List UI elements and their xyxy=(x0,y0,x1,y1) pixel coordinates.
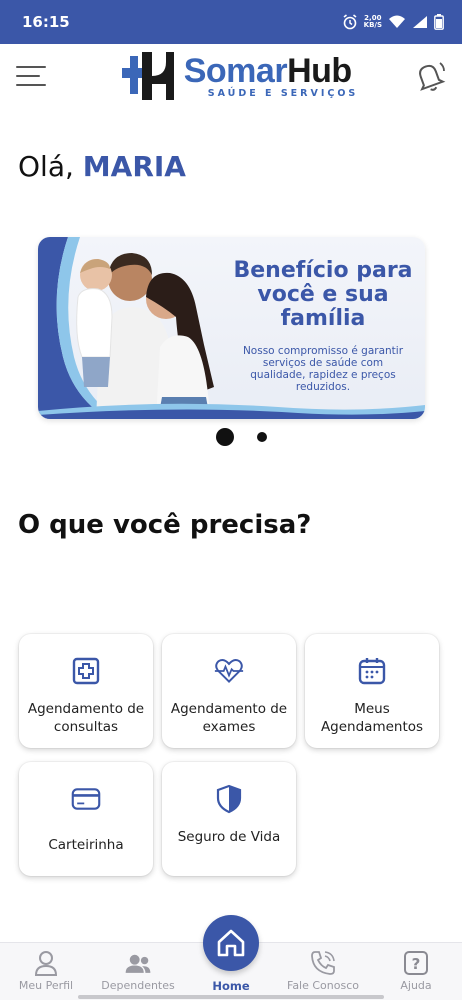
logo-name-part2: Hub xyxy=(287,51,352,90)
app-header: SomarHub SAÚDE E SERVIÇOS xyxy=(0,44,462,108)
status-icons: 2,00 KB/S xyxy=(342,14,444,30)
service-card-seguro-de-vida[interactable]: Seguro de Vida xyxy=(162,762,296,876)
carousel-dots xyxy=(0,428,462,448)
service-label: Seguro de Vida xyxy=(177,829,281,845)
gesture-bar[interactable] xyxy=(78,995,384,999)
card-icon xyxy=(71,788,101,810)
service-label: Meus Agendamentos xyxy=(320,701,424,735)
nav-label: Dependentes xyxy=(101,979,175,992)
nav-home[interactable] xyxy=(203,915,259,971)
service-card-meus-agendamentos[interactable]: Meus Agendamentos xyxy=(305,634,439,748)
app-logo: SomarHub SAÚDE E SERVIÇOS xyxy=(120,50,359,102)
logo-subtitle: SAÚDE E SERVIÇOS xyxy=(207,87,359,99)
status-bar: 16:15 2,00 KB/S xyxy=(0,0,462,44)
user-name: MARIA xyxy=(82,150,186,183)
bottom-nav: Meu Perfil Dependentes Home Fale Conosco… xyxy=(0,915,462,1000)
bell-icon[interactable] xyxy=(410,57,448,95)
service-label: Carteirinha xyxy=(48,837,124,853)
service-label: Agendamento de consultas xyxy=(27,701,145,735)
greeting-prefix: Olá, xyxy=(18,150,74,183)
phone-icon xyxy=(311,951,335,975)
svg-text:?: ? xyxy=(412,955,421,973)
logo-mark xyxy=(121,52,174,100)
nav-label: Fale Conosco xyxy=(287,979,359,992)
nav-meu-perfil[interactable]: Meu Perfil xyxy=(0,949,92,992)
signal-icon xyxy=(413,16,427,28)
network-speed: 2,00 KB/S xyxy=(364,15,382,29)
logo-name: SomarHub xyxy=(184,54,359,88)
wifi-icon xyxy=(389,15,405,28)
shield-icon xyxy=(216,784,242,814)
family-photo xyxy=(38,237,214,419)
nav-fale-conosco[interactable]: Fale Conosco xyxy=(277,949,369,992)
help-icon: ? xyxy=(404,951,428,975)
carousel-dot-active[interactable] xyxy=(216,428,234,446)
nav-home-label: Home xyxy=(212,979,250,993)
menu-icon[interactable] xyxy=(16,60,48,92)
banner-wave xyxy=(38,403,425,419)
carousel-dot[interactable] xyxy=(257,432,267,442)
logo-name-part1: Somar xyxy=(183,51,288,90)
users-icon xyxy=(125,954,151,973)
alarm-icon xyxy=(343,14,357,30)
service-card-exames[interactable]: Agendamento de exames xyxy=(162,634,296,748)
greeting: Olá, MARIA xyxy=(18,150,186,183)
battery-icon xyxy=(434,14,444,30)
speed-unit: KB/S xyxy=(363,21,382,29)
promo-banner[interactable]: Benefício para você e sua família Nosso … xyxy=(38,237,425,419)
nav-label: Meu Perfil xyxy=(18,979,74,992)
home-icon xyxy=(217,929,245,957)
calendar-icon xyxy=(358,658,386,685)
status-time: 16:15 xyxy=(22,13,70,31)
banner-text: Nosso compromisso é garantir serviços de… xyxy=(242,345,404,393)
service-card-carteirinha[interactable]: Carteirinha xyxy=(19,762,153,876)
nav-ajuda[interactable]: ? Ajuda xyxy=(370,949,462,992)
service-label: Agendamento de exames xyxy=(170,701,288,735)
nav-dependentes[interactable]: Dependentes xyxy=(92,949,184,992)
heartbeat-icon xyxy=(214,659,244,683)
section-title: O que você precisa? xyxy=(18,510,312,540)
banner-title: Benefício para você e sua família xyxy=(233,258,413,331)
service-card-consultas[interactable]: Agendamento de consultas xyxy=(19,634,153,748)
medical-cross-icon xyxy=(72,657,100,685)
nav-label: Ajuda xyxy=(400,979,432,992)
user-icon xyxy=(34,951,58,976)
